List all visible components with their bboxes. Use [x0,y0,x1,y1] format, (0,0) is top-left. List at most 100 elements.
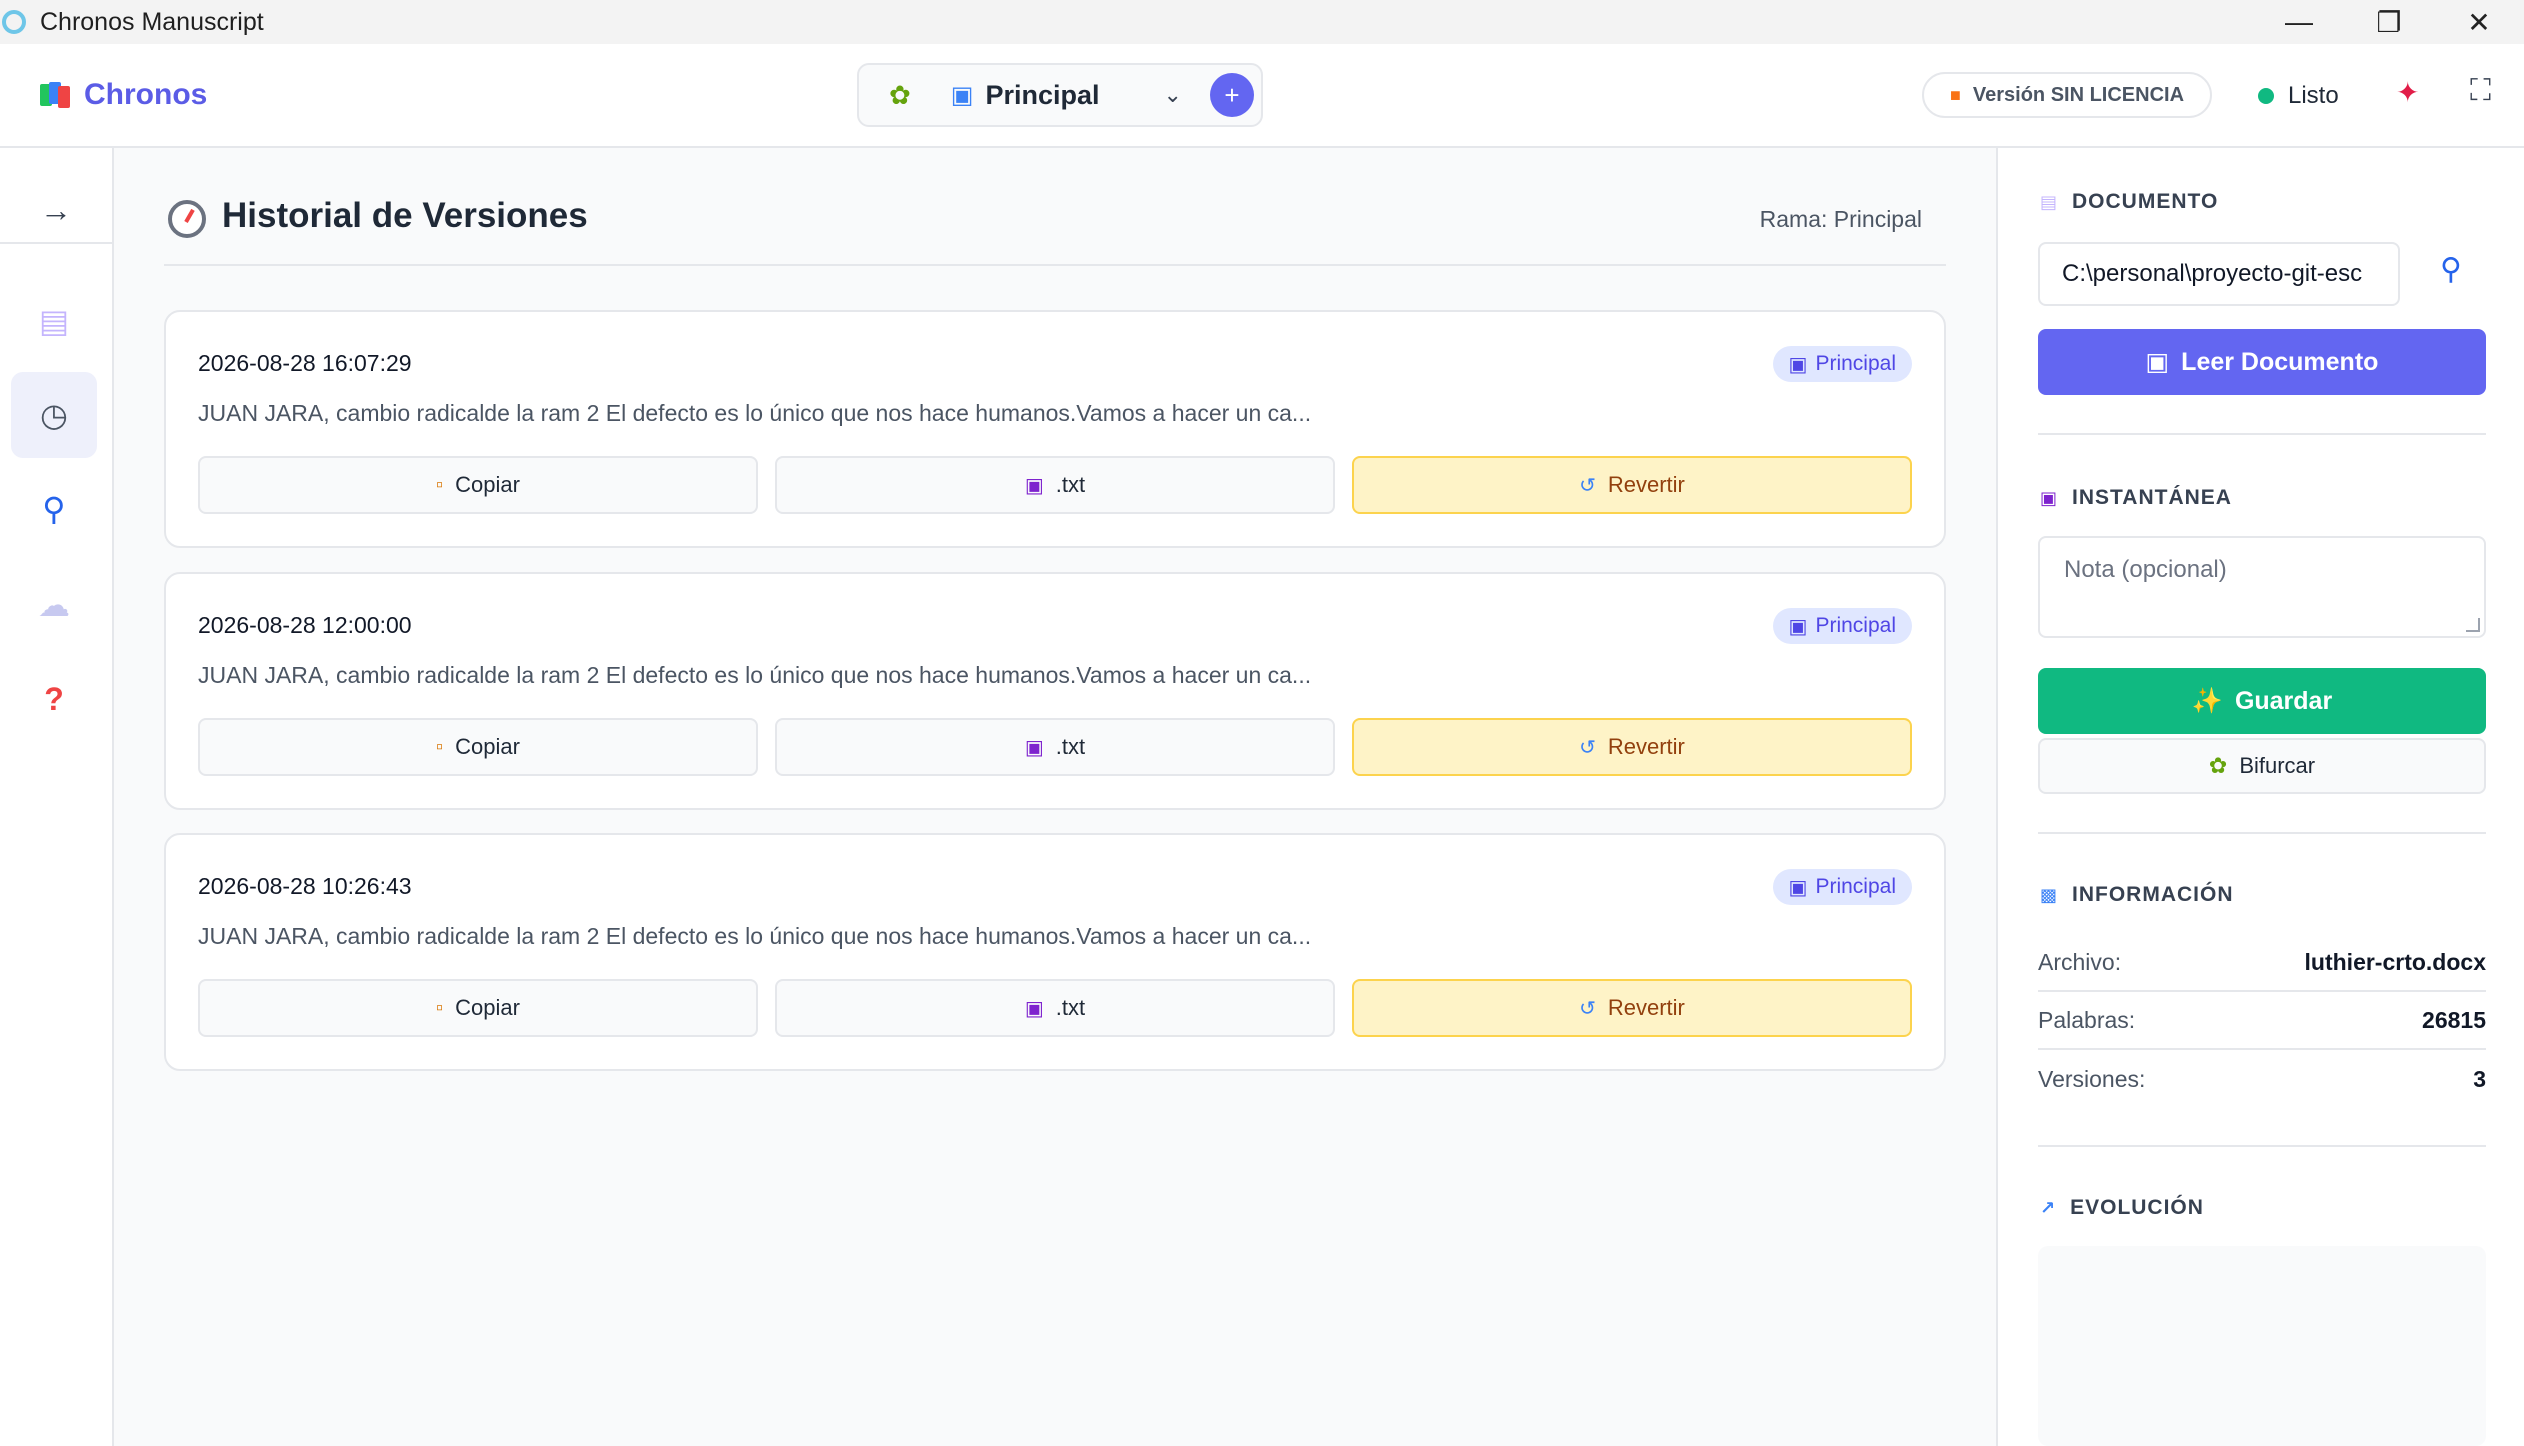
books-icon [40,80,72,110]
version-card: 2026-08-28 12:00:00 ▣ Principal JUAN JARA… [164,572,1946,810]
window-title: Chronos Manuscript [40,7,264,36]
copy-label: Copiar [455,734,520,759]
note-placeholder: Nota (opcional) [2064,556,2227,583]
words-value: 26815 [2422,1006,2486,1033]
brand-name: Chronos [84,78,208,111]
copy-label: Copiar [455,995,520,1020]
floppy-disk-icon: ▣ [1024,997,1044,1020]
book-icon: ▣ [1788,876,1808,899]
info-row-file: Archivo: luthier-crto.docx [2038,934,2486,992]
copy-button[interactable]: ▫ Copiar [198,718,758,776]
license-label: Versión SIN LICENCIA [1972,83,2185,106]
revert-label: Revertir [1607,995,1685,1020]
txt-label: .txt [1055,734,1086,759]
book-icon: ▣ [950,81,974,109]
sparkles-icon: ✨ [2191,686,2223,715]
status-indicator: Listo [2258,82,2339,110]
copy-button[interactable]: ▫ Copiar [198,979,758,1037]
brand[interactable]: Chronos [40,78,207,112]
clipboard-icon: ▫ [436,996,444,1019]
sprout-icon: ✿ [2208,753,2228,778]
words-label: Palabras: [2038,1006,2136,1033]
branch-selector[interactable]: ✿ ▣ Principal ⌄ + [857,63,1263,127]
document-path-input[interactable] [2038,242,2400,306]
sprout-icon: ✿ [889,79,911,110]
branch-badge: ▣ Principal [1772,346,1912,382]
restore-button[interactable]: ❐ [2344,0,2434,44]
evolution-chart-area [2038,1246,2486,1446]
current-branch-label: Rama: Principal [1759,206,1922,232]
export-txt-button[interactable]: ▣ .txt [775,718,1335,776]
txt-label: .txt [1055,472,1086,497]
clipboard-icon: ▫ [436,735,444,758]
info-section-label: INFORMACIÓN [2072,883,2234,906]
revert-label: Revertir [1607,472,1685,497]
floppy-disk-icon: ▣ [1024,474,1044,497]
revert-icon: ↺ [1579,474,1596,497]
save-snapshot-button[interactable]: ✨ Guardar [2038,668,2486,734]
fullscreen-icon[interactable]: ⛶ [2470,74,2491,108]
help-icon[interactable]: ? [11,656,97,742]
branch-badge-label: Principal [1815,352,1896,375]
right-sidebar: ▤ DOCUMENTO ⚲ ▣ Leer Documento ▣ INSTANT… [1996,148,2524,1446]
evolution-section-title: ↗ EVOLUCIÓN [2040,1196,2204,1220]
copy-button[interactable]: ▫ Copiar [198,456,758,514]
info-section-title: ▩ INFORMACIÓN [2040,883,2234,907]
version-message: JUAN JARA, cambio radicalde la ram 2 El … [198,400,1312,426]
section-divider [2038,832,2486,834]
document-icon: ▤ [2040,191,2059,212]
chevron-down-icon[interactable]: ⌄ [1164,82,1182,108]
status-dot-icon [2258,88,2274,104]
snapshot-section-label: INSTANTÁNEA [2072,486,2232,509]
cloud-icon[interactable]: ☁ [11,562,97,648]
versions-value: 3 [2473,1065,2486,1092]
document-icon[interactable]: ▤ [11,278,97,364]
window-controls: — ❐ ✕ [2254,0,2524,44]
revert-icon: ↺ [1579,997,1596,1020]
close-button[interactable]: ✕ [2434,0,2524,44]
search-icon[interactable]: ⚲ [11,466,97,552]
version-message: JUAN JARA, cambio radicalde la ram 2 El … [198,923,1312,949]
version-card: 2026-08-28 10:26:43 ▣ Principal JUAN JARA… [164,833,1946,1071]
evolution-section-label: EVOLUCIÓN [2070,1196,2204,1219]
snapshot-note-textarea[interactable]: Nota (opcional) [2038,536,2486,638]
browse-search-icon[interactable]: ⚲ [2440,252,2462,287]
snapshot-section-title: ▣ INSTANTÁNEA [2040,486,2232,510]
window-titlebar: Chronos Manuscript — ❐ ✕ [0,0,2524,44]
arrow-right-icon[interactable]: → [40,192,72,229]
section-divider [2038,433,2486,435]
floppy-disk-icon: ▣ [2040,487,2059,508]
fork-button[interactable]: ✿ Bifurcar [2038,738,2486,794]
fork-label: Bifurcar [2239,753,2316,778]
branch-badge: ▣ Principal [1772,869,1912,905]
revert-icon: ↺ [1579,736,1596,759]
version-history-panel: Historial de Versiones Rama: Principal 2… [114,148,1996,1446]
read-document-button[interactable]: ▣ Leer Documento [2038,329,2486,395]
export-txt-button[interactable]: ▣ .txt [775,456,1335,514]
pin-icon[interactable]: ✦ [2396,76,2419,109]
add-branch-button[interactable]: + [1209,73,1254,117]
document-section-label: DOCUMENTO [2072,190,2219,213]
info-row-versions: Versiones: 3 [2038,1050,2486,1108]
versions-label: Versiones: [2038,1065,2146,1092]
revert-button[interactable]: ↺ Revertir [1352,979,1912,1037]
branch-badge-label: Principal [1815,875,1896,898]
branch-name: Principal [985,79,1100,110]
version-card: 2026-08-28 16:07:29 ▣ Principal JUAN JARA… [164,310,1946,548]
status-label: Listo [2288,82,2339,109]
revert-button[interactable]: ↺ Revertir [1352,718,1912,776]
revert-button[interactable]: ↺ Revertir [1352,456,1912,514]
document-section-title: ▤ DOCUMENTO [2040,190,2218,214]
license-badge[interactable]: ■ Versión SIN LICENCIA [1922,72,2213,118]
minimize-button[interactable]: — [2254,0,2344,44]
app-header: Chronos ✿ ▣ Principal ⌄ + ■ Versión SIN … [0,44,2524,148]
left-rail: → ▤ ◷ ⚲ ☁ ? [0,148,114,1446]
stopwatch-icon [168,200,206,238]
app-icon [2,10,26,34]
section-divider [2038,1145,2486,1147]
clock-icon[interactable]: ◷ [11,372,97,458]
floppy-disk-icon: ▣ [1024,736,1044,759]
export-txt-button[interactable]: ▣ .txt [775,979,1335,1037]
warning-icon: ■ [1950,84,1961,105]
read-document-label: Leer Documento [2181,347,2379,376]
